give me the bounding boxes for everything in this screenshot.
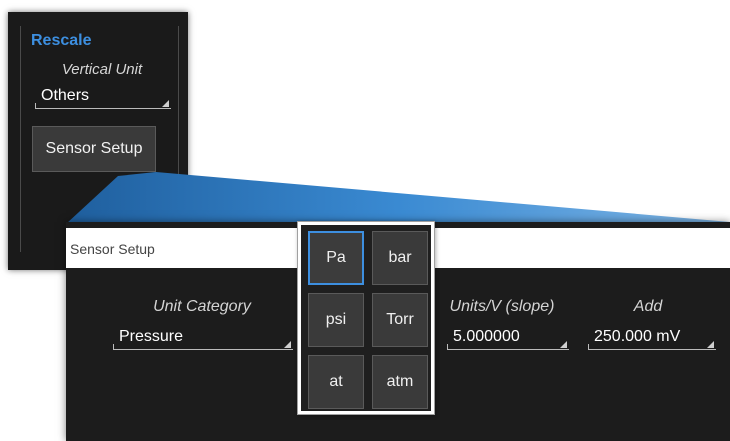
unit-selection-popup: Pa bar psi Torr at atm	[297, 221, 435, 415]
dialog-title: Sensor Setup	[70, 241, 155, 257]
unit-button-pa[interactable]: Pa	[308, 231, 364, 285]
unit-button-atm[interactable]: atm	[372, 355, 428, 409]
units-per-volt-value: 5.000000	[453, 328, 520, 345]
unit-button-psi[interactable]: psi	[308, 293, 364, 347]
unit-button-bar[interactable]: bar	[372, 231, 428, 285]
units-per-volt-field[interactable]: 5.000000	[447, 328, 569, 350]
add-label: Add	[633, 298, 663, 315]
units-per-volt-label: Units/V (slope)	[449, 298, 555, 315]
unit-button-at[interactable]: at	[308, 355, 364, 409]
add-offset-field[interactable]: 250.000 mV	[588, 328, 716, 350]
unit-category-label: Unit Category	[153, 298, 251, 315]
unit-category-dropdown[interactable]: Pressure	[113, 328, 293, 350]
add-offset-value: 250.000 mV	[594, 328, 681, 345]
dropdown-corner-icon	[707, 341, 714, 348]
dropdown-corner-icon	[560, 341, 567, 348]
dropdown-corner-icon	[284, 341, 291, 348]
unit-category-value: Pressure	[119, 328, 184, 345]
unit-button-torr[interactable]: Torr	[372, 293, 428, 347]
